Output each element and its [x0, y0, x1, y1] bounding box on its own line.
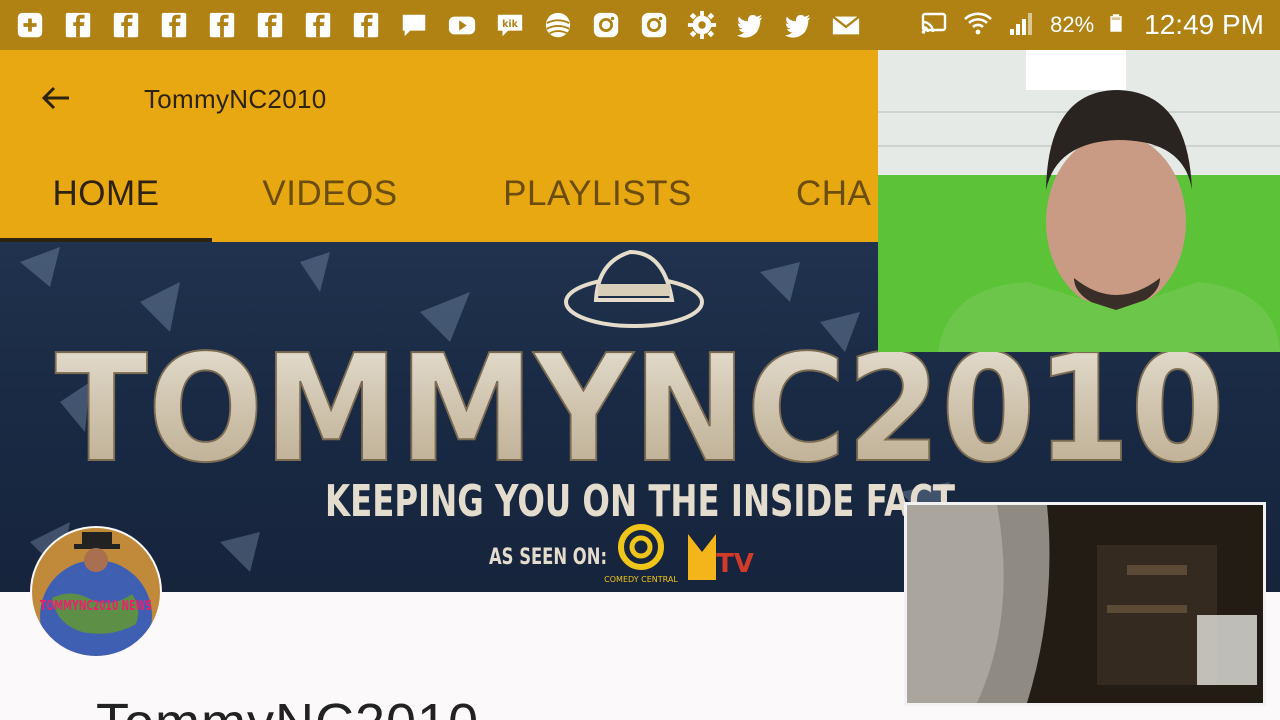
- wifi-icon: [962, 7, 994, 44]
- comedy-central-text: COMEDY CENTRAL: [604, 575, 678, 584]
- facebook-icon: [110, 9, 142, 41]
- instagram-icon: [638, 9, 670, 41]
- hat-icon: [564, 249, 704, 328]
- webcam-feed: [878, 50, 1280, 352]
- room-camera-overlay: [904, 502, 1266, 706]
- kik-icon: kik: [494, 9, 526, 41]
- arrow-left-icon: [41, 86, 69, 110]
- twitter-icon: [782, 9, 814, 41]
- webcam-overlay: [878, 50, 1280, 352]
- channel-title: TommyNC2010: [144, 84, 327, 114]
- comedy-central-logo: COMEDY CENTRAL: [604, 524, 678, 584]
- tab-playlists[interactable]: PLAYLISTS: [470, 146, 725, 242]
- gear-icon: [686, 9, 718, 41]
- svg-text:kik: kik: [502, 19, 518, 30]
- room-camera-feed: [907, 505, 1263, 703]
- youtube-channel-screen: kik 82% 12:49 PM TommyNC2010 HOME VIDEOS…: [0, 0, 1280, 720]
- cast-icon: [918, 7, 950, 44]
- avatar-text: TOMMYNC2010 NEWS: [40, 599, 152, 614]
- back-button[interactable]: [30, 76, 82, 120]
- signal-icon: [1006, 7, 1038, 44]
- mail-icon: [830, 9, 862, 41]
- channel-avatar[interactable]: TOMMYNC2010 NEWS: [32, 528, 160, 656]
- facebook-icon: [302, 9, 334, 41]
- status-bar: kik 82% 12:49 PM: [0, 0, 1280, 50]
- clock: 12:49 PM: [1144, 9, 1264, 40]
- facebook-icon: [158, 9, 190, 41]
- status-indicators: 82% 12:49 PM: [918, 0, 1264, 50]
- tab-channels[interactable]: CHA: [780, 146, 880, 242]
- facebook-icon: [350, 9, 382, 41]
- facebook-icon: [62, 9, 94, 41]
- facebook-icon: [206, 9, 238, 41]
- tab-videos[interactable]: VIDEOS: [230, 146, 430, 242]
- twitter-icon: [734, 9, 766, 41]
- battery-icon: [1106, 7, 1126, 44]
- youtube-icon: [446, 9, 478, 41]
- as-seen-on-label: AS SEEN ON:: [489, 545, 607, 570]
- avatar-image: TOMMYNC2010 NEWS: [32, 528, 160, 656]
- message-icon: [398, 9, 430, 41]
- mtv-logo: TV: [688, 534, 754, 580]
- battery-percent: 82%: [1050, 12, 1095, 37]
- facebook-icon: [254, 9, 286, 41]
- tab-home[interactable]: HOME: [0, 146, 212, 242]
- banner-tagline: KEEPING YOU ON THE INSIDE FACT: [325, 476, 955, 527]
- mtv-text: TV: [716, 549, 754, 579]
- notification-icons: kik: [14, 9, 862, 41]
- instagram-icon: [590, 9, 622, 41]
- plus-box-icon: [14, 9, 46, 41]
- channel-name: TommyNC2010: [96, 692, 479, 720]
- sphere-icon: [542, 9, 574, 41]
